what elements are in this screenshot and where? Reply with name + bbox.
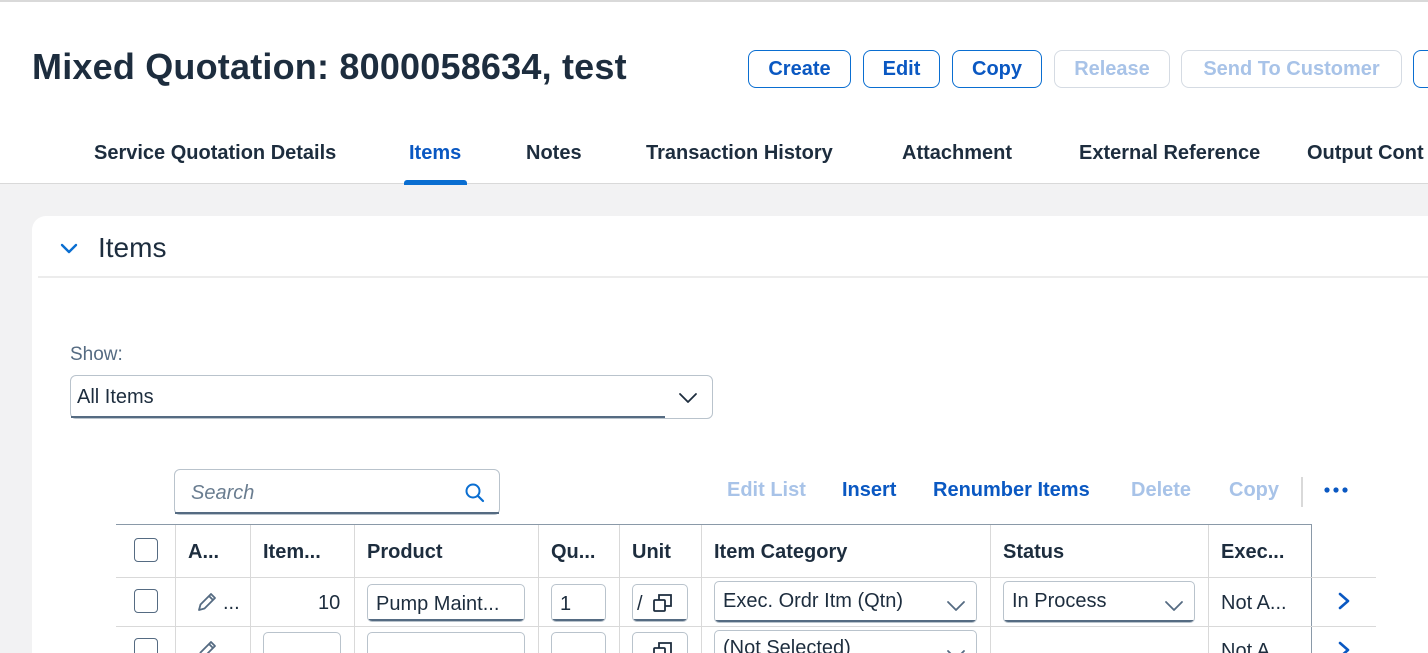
tab-items[interactable]: Items [409, 142, 461, 165]
section-header: Items [38, 216, 1428, 278]
column-divider [175, 525, 176, 653]
item-category-select[interactable]: (Not Selected) [714, 630, 977, 653]
copy-button[interactable]: Copy [952, 50, 1042, 88]
search-input[interactable]: Search [174, 469, 500, 515]
page-title: Mixed Quotation: 8000058634, test [32, 46, 627, 87]
column-header-item-category[interactable]: Item Category [714, 541, 847, 564]
status-value: In Process [1012, 590, 1107, 612]
column-divider [1208, 525, 1209, 653]
product-value: Pump Maint... [376, 593, 500, 615]
table-column-border [1311, 524, 1312, 653]
row-divider [116, 626, 1376, 627]
chevron-down-icon [679, 393, 697, 403]
tab-output-control[interactable]: Output Cont [1307, 142, 1424, 165]
tab-service-quotation-details[interactable]: Service Quotation Details [94, 142, 336, 165]
copy-items-button[interactable]: Copy [1229, 479, 1279, 502]
search-underline [175, 512, 499, 514]
edit-list-button[interactable]: Edit List [727, 479, 806, 502]
unit-input[interactable] [632, 632, 688, 653]
input-underline [633, 619, 687, 621]
column-divider [701, 525, 702, 653]
select-underline [71, 416, 665, 418]
quantity-input[interactable] [551, 632, 606, 653]
chevron-down-icon [947, 601, 965, 611]
value-help-icon[interactable] [651, 591, 675, 615]
column-header-execution[interactable]: Exec... [1221, 541, 1284, 564]
tab-transaction-history[interactable]: Transaction History [646, 142, 833, 165]
column-header-actions[interactable]: A... [188, 541, 219, 564]
column-divider [619, 525, 620, 653]
unit-value: / [637, 593, 643, 615]
product-input[interactable]: Pump Maint... [367, 584, 525, 622]
search-icon[interactable] [463, 481, 487, 505]
item-category-value: (Not Selected) [723, 637, 851, 653]
execution-value: Not A... [1221, 592, 1287, 614]
input-underline [1004, 620, 1194, 622]
section-title: Items [98, 232, 167, 263]
more-actions-button[interactable] [1413, 50, 1428, 88]
column-divider [250, 525, 251, 653]
object-page-header: Mixed Quotation: 8000058634, test Create… [0, 0, 1428, 185]
release-button[interactable]: Release [1054, 50, 1170, 88]
show-filter-select[interactable]: All Items [70, 375, 713, 419]
show-filter-value: All Items [77, 386, 154, 408]
header-row-divider [116, 577, 1376, 578]
active-tab-indicator [404, 180, 467, 185]
chevron-down-icon [1165, 601, 1183, 611]
tab-external-reference[interactable]: External Reference [1079, 142, 1260, 165]
table-top-border [116, 524, 1312, 525]
chevron-down-icon [947, 650, 965, 653]
column-header-item[interactable]: Item... [263, 541, 321, 564]
insert-button[interactable]: Insert [842, 479, 896, 502]
item-category-select[interactable]: Exec. Ordr Itm (Qtn) [714, 581, 977, 623]
column-header-status[interactable]: Status [1003, 541, 1064, 564]
select-all-checkbox[interactable] [134, 538, 158, 562]
column-divider [354, 525, 355, 653]
tab-attachment[interactable]: Attachment [902, 142, 1012, 165]
renumber-items-button[interactable]: Renumber Items [933, 479, 1090, 502]
chevron-right-icon[interactable] [1336, 591, 1352, 611]
tab-notes[interactable]: Notes [526, 142, 582, 165]
more-options-icon[interactable] [1322, 480, 1352, 500]
input-underline [368, 619, 524, 621]
row-checkbox[interactable] [134, 589, 158, 613]
product-input[interactable] [367, 632, 525, 653]
execution-value: Not A... [1221, 640, 1287, 653]
column-divider [990, 525, 991, 653]
item-category-value: Exec. Ordr Itm (Qtn) [723, 590, 904, 612]
item-number-input[interactable] [263, 632, 341, 653]
row-action-more[interactable]: ... [223, 592, 240, 615]
unit-input[interactable]: / [632, 584, 688, 622]
quantity-input[interactable]: 1 [551, 584, 606, 622]
chevron-down-icon[interactable] [58, 238, 80, 260]
delete-button[interactable]: Delete [1131, 479, 1191, 502]
item-number: 10 [318, 592, 341, 614]
column-header-product[interactable]: Product [367, 541, 443, 564]
column-divider [538, 525, 539, 653]
pencil-icon[interactable] [194, 637, 220, 653]
row-checkbox[interactable] [134, 638, 158, 653]
edit-button[interactable]: Edit [863, 50, 940, 88]
send-to-customer-button[interactable]: Send To Customer [1181, 50, 1402, 88]
status-select[interactable]: In Process [1003, 581, 1195, 623]
create-button[interactable]: Create [748, 50, 851, 88]
chevron-right-icon[interactable] [1336, 640, 1352, 653]
input-underline [715, 620, 976, 622]
quantity-value: 1 [560, 593, 572, 615]
input-underline [552, 619, 605, 621]
column-header-unit[interactable]: Unit [632, 541, 671, 564]
search-placeholder: Search [191, 482, 255, 504]
show-filter-label: Show: [70, 344, 123, 365]
toolbar-separator [1301, 477, 1303, 507]
value-help-icon[interactable] [651, 639, 675, 653]
pencil-icon[interactable] [194, 589, 220, 615]
column-header-quantity[interactable]: Qu... [551, 541, 595, 564]
